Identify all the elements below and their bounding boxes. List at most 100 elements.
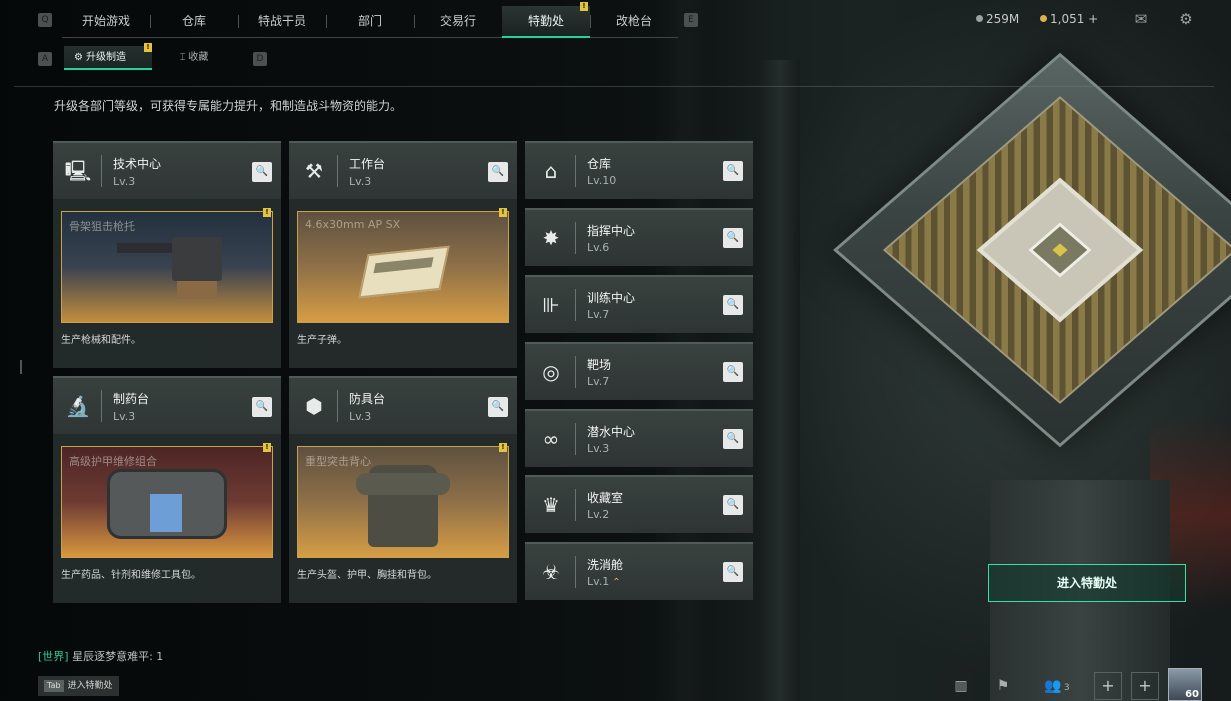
subtab-collection-label: 收藏 [188,52,209,63]
special-ops-cube [833,52,1231,480]
dept-description: 生产子弹。 [297,335,347,346]
invite-slot-button[interactable]: + [1131,672,1159,700]
dept-card-tech-center[interactable]: 🖳 技术中心 Lv.3 🔍 骨架狙击枪托 ! 生产枪械和配件。 [53,141,281,368]
dept-card-decon-chamber[interactable]: ☣ 洗消舱 Lv.1 ⌃ 🔍 [525,542,753,600]
world-chat-line[interactable]: [世界] 星辰逐梦意难平: 1 [38,648,163,664]
stats-icon[interactable]: ▥ [950,676,972,696]
notification-badge: ! [499,443,507,452]
next-tab-key-hint: E [684,13,698,27]
dept-card-workbench[interactable]: ⚒ 工作台 Lv.3 🔍 4.6x30mm AP SX ! 生产子弹。 [289,141,517,368]
mail-icon[interactable]: ✉ [1131,10,1151,28]
currency-havoc-value: 259M [986,12,1020,26]
side-tick [20,360,22,374]
team-icon[interactable]: 👥 3 [1040,676,1074,696]
search-icon[interactable]: 🔍 [488,162,508,182]
dept-level: Lv.7 [587,375,610,388]
dept-card-shooting-range[interactable]: ◎ 靶场 Lv.7 🔍 [525,342,753,400]
search-icon[interactable]: 🔍 [723,161,743,181]
search-icon[interactable]: 🔍 [488,397,508,417]
tab-special-ops-label: 特勤处 [527,14,564,28]
search-icon[interactable]: 🔍 [723,429,743,449]
divider [575,489,576,521]
command-icon: ✸ [542,226,560,250]
dept-level: Lv.3 [587,442,610,455]
subtab-upgrade-craft-label: 升级制造 [85,52,126,63]
product-slot[interactable]: 高级护甲维修组合 ! [61,443,273,558]
dept-name: 工作台 [349,157,386,171]
dept-card-collection-room[interactable]: ♛ 收藏室 Lv.2 🔍 [525,475,753,533]
tab-start-game[interactable]: 开始游戏 [62,6,150,38]
dept-level: Lv.3 [349,175,372,188]
dept-name: 靶场 [587,358,612,372]
dept-name: 技术中心 [113,157,162,171]
tab-hint[interactable]: Tab 进入特勤处 [38,676,119,696]
goggles-icon: ∞ [542,427,560,451]
dept-level: Lv.3 [113,410,136,423]
notification-badge: ! [263,443,271,452]
divider [575,155,576,187]
coin-icon [976,15,983,22]
target-icon: ◎ [542,360,560,384]
divider [575,222,576,254]
hazmat-icon: ☣ [542,560,560,584]
product-slot[interactable]: 重型突击背心 ! [297,443,509,558]
search-icon[interactable]: 🔍 [252,397,272,417]
top-nav: Q 开始游戏 仓库 特战干员 部门 交易行 特勤处 ! 改枪台 E 259M 1… [0,0,1231,40]
rifle-stock-image [117,237,222,299]
ammo-box-image [358,245,450,299]
search-icon[interactable]: 🔍 [723,562,743,582]
dept-description: 生产枪械和配件。 [61,335,141,346]
invite-slot-button[interactable]: + [1094,672,1122,700]
dept-name: 收藏室 [587,491,624,505]
notification-badge: ! [580,2,588,11]
settings-icon[interactable]: ⚙ [1176,10,1196,28]
dept-card-header: 🔬 制药台 Lv.3 🔍 [53,376,281,434]
tab-special-ops[interactable]: 特勤处 ! [502,2,590,38]
tab-operators[interactable]: 特战干员 [238,6,326,38]
flag-icon[interactable]: ⚑ [992,676,1014,696]
chat-message: 星辰逐梦意难平: 1 [72,650,164,663]
tools-icon: ⚒ [305,159,323,183]
dept-card-diving-center[interactable]: ∞ 潜水中心 Lv.3 🔍 [525,409,753,467]
dept-level: Lv.7 [587,308,610,321]
currency-coupon[interactable]: 1,051 + [1040,12,1098,26]
divider [575,356,576,388]
tab-department[interactable]: 部门 [326,6,414,38]
dept-card-armor-bench[interactable]: ⬢ 防具台 Lv.3 🔍 重型突击背心 ! 生产头盔、护甲、胸挂和背包。 [289,376,517,603]
computer-icon: 🖳 [64,159,92,183]
chat-channel: [世界] [38,650,69,663]
product-name: 4.6x30mm AP SX [305,218,401,231]
product-slot[interactable]: 骨架狙击枪托 ! [61,208,273,323]
search-icon[interactable]: 🔍 [723,495,743,515]
dept-card-pharmacy[interactable]: 🔬 制药台 Lv.3 🔍 高级护甲维修组合 ! 生产药品、针剂和维修工具包。 [53,376,281,603]
tab-warehouse[interactable]: 仓库 [150,6,238,38]
divider [337,390,338,422]
dept-card-command-center[interactable]: ✸ 指挥中心 Lv.6 🔍 [525,208,753,266]
dept-card-warehouse[interactable]: ⌂ 仓库 Lv.10 🔍 [525,141,753,199]
tab-trading[interactable]: 交易行 [414,6,502,38]
coupon-icon [1040,15,1047,22]
notification-badge: ! [144,43,152,52]
search-icon[interactable]: 🔍 [723,362,743,382]
dept-description: 生产头盔、护甲、胸挂和背包。 [297,570,437,581]
product-name: 骨架狙击枪托 [69,220,135,233]
assault-vest-image [356,465,450,547]
dept-level: Lv.3 [113,175,136,188]
subtab-upgrade-craft[interactable]: ⚙ 升级制造 ! [64,43,152,70]
product-slot[interactable]: 4.6x30mm AP SX ! [297,208,509,323]
avatar[interactable]: 60 [1168,668,1202,701]
enter-special-ops-button[interactable]: 进入特勤处 [988,564,1186,602]
dept-card-header: ⚒ 工作台 Lv.3 🔍 [289,141,517,199]
subtab-collection[interactable]: ⌶ 收藏 [170,46,238,70]
tab-gunsmith[interactable]: 改枪台 [590,6,678,38]
product-name: 重型突击背心 [305,455,371,468]
search-icon[interactable]: 🔍 [723,228,743,248]
dept-card-training-center[interactable]: ⊪ 训练中心 Lv.7 🔍 [525,275,753,333]
product-name: 高级护甲维修组合 [69,455,157,468]
prev-tab-key-hint: Q [38,13,52,27]
search-icon[interactable]: 🔍 [723,295,743,315]
currency-coupon-value: 1,051 + [1050,12,1099,26]
dumbbell-icon: ⊪ [542,293,560,317]
search-icon[interactable]: 🔍 [252,162,272,182]
divider [14,86,1214,87]
